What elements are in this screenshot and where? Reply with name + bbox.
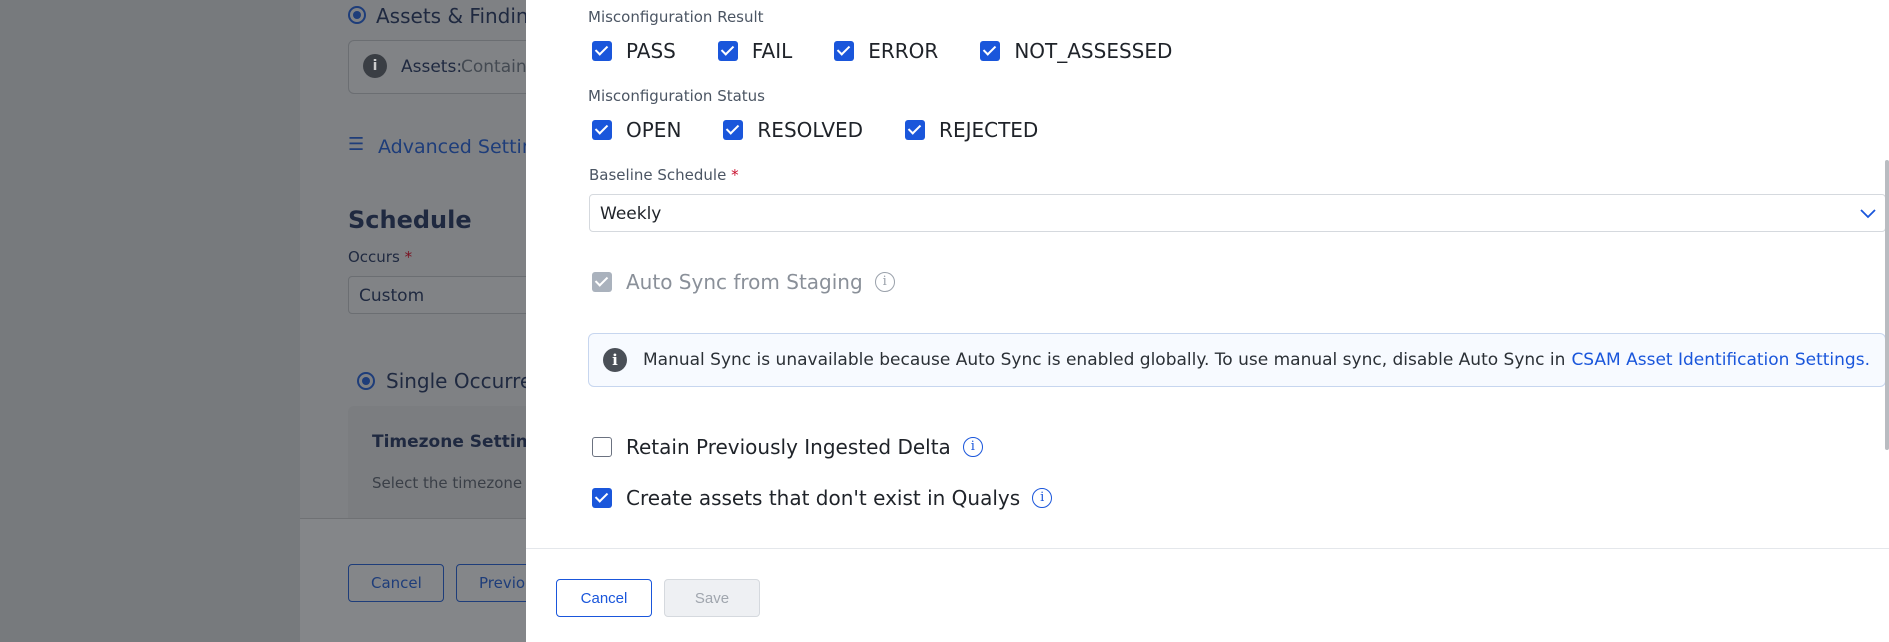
occurs-label: Occurs * (348, 248, 413, 266)
retain-delta-label: Retain Previously Ingested Delta (626, 435, 951, 459)
misconfiguration-status-label: Misconfiguration Status (588, 87, 765, 105)
checkbox-label: ERROR (868, 39, 939, 63)
create-assets-label: Create assets that don't exist in Qualys (626, 486, 1021, 510)
check-icon[interactable] (905, 120, 926, 140)
checkbox-label: OPEN (626, 118, 682, 142)
drawer-content: Misconfiguration Result PASS FAIL ERROR … (526, 0, 1889, 548)
auto-sync-checkbox[interactable] (592, 272, 612, 292)
auto-sync-row: Auto Sync from Staging i (592, 270, 895, 294)
sliders-icon: ☰ (348, 134, 365, 155)
misconfiguration-result-options: PASS FAIL ERROR NOT_ASSESSED (592, 39, 1214, 63)
single-occurrence-radio (357, 372, 375, 390)
misconfiguration-status-options: OPEN RESOLVED REJECTED (592, 118, 1080, 142)
info-icon[interactable]: i (874, 272, 895, 292)
checkbox-pass[interactable]: PASS (592, 39, 676, 63)
checkbox-label: FAIL (751, 39, 793, 63)
scope-info-label: Assets: (401, 57, 463, 77)
auto-sync-label: Auto Sync from Staging (626, 270, 863, 294)
csam-settings-link[interactable]: CSAM Asset Identification Settings. (1571, 350, 1870, 370)
check-icon[interactable] (717, 41, 738, 61)
misconfiguration-result-label: Misconfiguration Result (588, 8, 764, 26)
info-icon: i (603, 348, 627, 372)
check-icon[interactable] (592, 41, 612, 61)
checkbox-not-assessed[interactable]: NOT_ASSESSED (980, 39, 1172, 63)
checkbox-error[interactable]: ERROR (834, 39, 938, 63)
baseline-schedule-value: Weekly (600, 204, 662, 224)
check-icon[interactable] (834, 41, 855, 61)
checkbox-open[interactable]: OPEN (592, 118, 681, 142)
checkbox-label: REJECTED (939, 118, 1039, 142)
info-icon: i (363, 54, 387, 78)
info-icon[interactable]: i (1032, 488, 1053, 508)
checkbox-resolved[interactable]: RESOLVED (723, 118, 863, 142)
baseline-schedule-select[interactable]: Weekly (589, 194, 1886, 232)
retain-delta-checkbox[interactable] (592, 437, 612, 457)
check-icon[interactable] (723, 120, 744, 140)
cancel-button[interactable]: Cancel (556, 579, 652, 617)
background-cancel-button: Cancel (348, 564, 444, 602)
check-icon[interactable] (980, 41, 1001, 61)
schedule-title: Schedule (348, 206, 472, 234)
info-icon[interactable]: i (962, 437, 983, 457)
scope-radio (348, 6, 366, 24)
checkbox-fail[interactable]: FAIL (717, 39, 793, 63)
settings-drawer: Misconfiguration Result PASS FAIL ERROR … (526, 0, 1889, 642)
checkbox-label: NOT_ASSESSED (1014, 39, 1173, 63)
check-icon[interactable] (592, 120, 612, 140)
retain-delta-row: Retain Previously Ingested Delta i (592, 435, 983, 459)
checkbox-rejected[interactable]: REJECTED (905, 118, 1038, 142)
page-overlay-left (0, 0, 300, 642)
checkbox-label: PASS (626, 39, 676, 63)
timezone-hint: Select the timezone to (372, 474, 542, 492)
baseline-schedule-label: Baseline Schedule * (589, 166, 739, 184)
create-assets-row: Create assets that don't exist in Qualys… (592, 486, 1053, 510)
chevron-down-icon[interactable] (1859, 204, 1877, 222)
occurs-value: Custom (359, 286, 425, 306)
save-button[interactable]: Save (664, 579, 760, 617)
create-assets-checkbox[interactable] (592, 488, 612, 508)
checkbox-label: RESOLVED (757, 118, 864, 142)
drawer-scrollbar[interactable] (1885, 160, 1889, 450)
timezone-title: Timezone Settings (372, 432, 551, 452)
drawer-footer: Cancel Save (526, 548, 1889, 642)
auto-sync-info-banner: i Manual Sync is unavailable because Aut… (588, 333, 1886, 387)
banner-text: Manual Sync is unavailable because Auto … (643, 350, 1566, 370)
background-footer: Cancel Previous (300, 518, 566, 642)
